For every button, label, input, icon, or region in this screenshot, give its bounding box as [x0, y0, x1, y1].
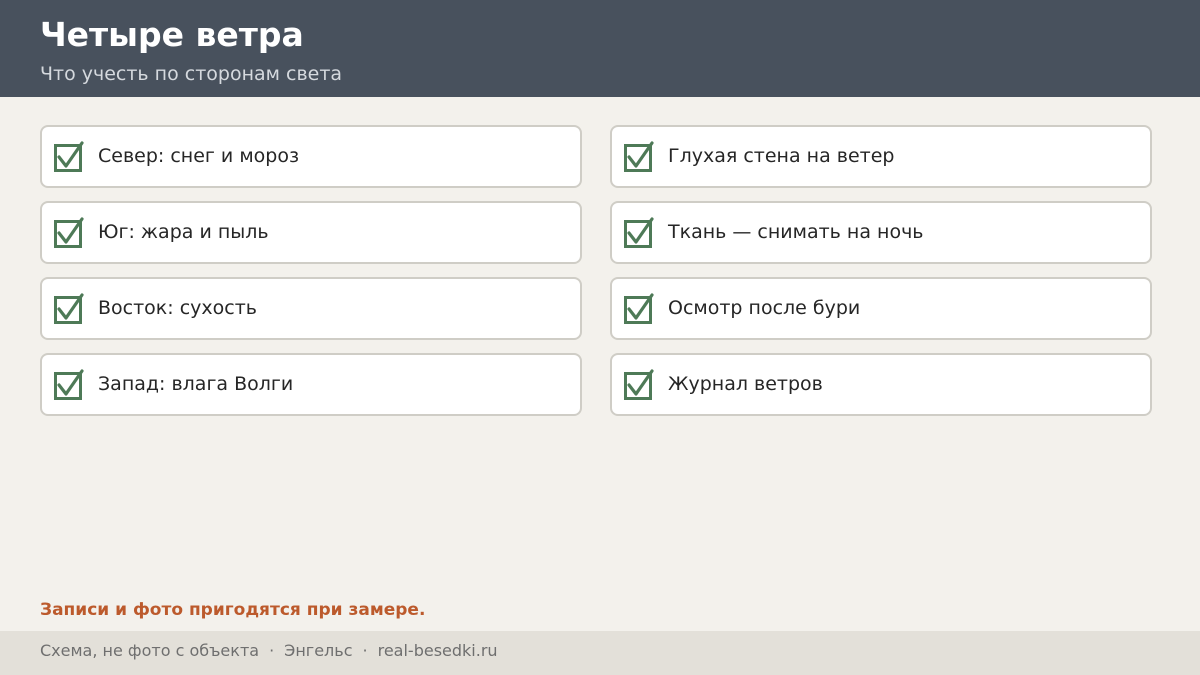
- checkbox-checked[interactable]: [54, 369, 84, 400]
- checkmark-icon: [57, 369, 84, 396]
- checklist-item-label: Юг: жара и пыль: [98, 221, 269, 243]
- checkbox-checked[interactable]: [54, 141, 84, 172]
- checklist-item-wind-log[interactable]: Журнал ветров: [610, 353, 1152, 416]
- checkbox-checked[interactable]: [624, 369, 654, 400]
- checklist-item-label: Ткань — снимать на ночь: [668, 221, 924, 243]
- footer-city: Энгельс: [284, 641, 353, 660]
- page-subtitle: Что учесть по сторонам света: [40, 63, 343, 85]
- checklist-item-label: Глухая стена на ветер: [668, 145, 895, 167]
- checklist-item-south[interactable]: Юг: жара и пыль: [40, 201, 582, 264]
- page-title: Четыре ветра: [40, 15, 304, 54]
- checkbox-checked[interactable]: [624, 141, 654, 172]
- header-bar: Четыре ветра Что учесть по сторонам свет…: [0, 0, 1200, 97]
- checklist-item-fabric[interactable]: Ткань — снимать на ночь: [610, 201, 1152, 264]
- checkmark-icon: [627, 293, 654, 320]
- checkmark-icon: [627, 369, 654, 396]
- footer-caption: Схема, не фото с объекта: [40, 641, 260, 660]
- checkmark-icon: [57, 293, 84, 320]
- checklist-item-inspection[interactable]: Осмотр после бури: [610, 277, 1152, 340]
- checklist-item-label: Осмотр после бури: [668, 297, 861, 319]
- checklist-item-label: Север: снег и мороз: [98, 145, 300, 167]
- note-text: Записи и фото пригодятся при замере.: [40, 600, 426, 620]
- checklist-item-label: Восток: сухость: [98, 297, 257, 319]
- checkbox-checked[interactable]: [54, 293, 84, 324]
- checklist-item-label: Журнал ветров: [668, 373, 823, 395]
- footer-line: Схема, не фото с объекта · Энгельс · real-be…: [40, 641, 498, 661]
- checklist-item-label: Запад: влага Волги: [98, 373, 294, 395]
- checklist-item-north[interactable]: Север: снег и мороз: [40, 125, 582, 188]
- checklist-item-blind-wall[interactable]: Глухая стена на ветер: [610, 125, 1152, 188]
- checklist-item-east[interactable]: Восток: сухость: [40, 277, 582, 340]
- checkbox-checked[interactable]: [624, 293, 654, 324]
- checkmark-icon: [57, 141, 84, 168]
- footer-bar: Схема, не фото с объекта · Энгельс · real-be…: [0, 631, 1200, 675]
- checkbox-checked[interactable]: [624, 217, 654, 248]
- checklist-grid: Север: снег и мороз Юг: жара и пыль Вост…: [40, 125, 1156, 420]
- checkmark-icon: [57, 217, 84, 244]
- checkbox-checked[interactable]: [54, 217, 84, 248]
- checkmark-icon: [627, 217, 654, 244]
- footer-separator: ·: [269, 641, 275, 660]
- checklist-item-west[interactable]: Запад: влага Волги: [40, 353, 582, 416]
- footer-site-link[interactable]: real-besedki.ru: [378, 641, 498, 660]
- checkmark-icon: [627, 141, 654, 168]
- footer-separator: ·: [362, 641, 368, 660]
